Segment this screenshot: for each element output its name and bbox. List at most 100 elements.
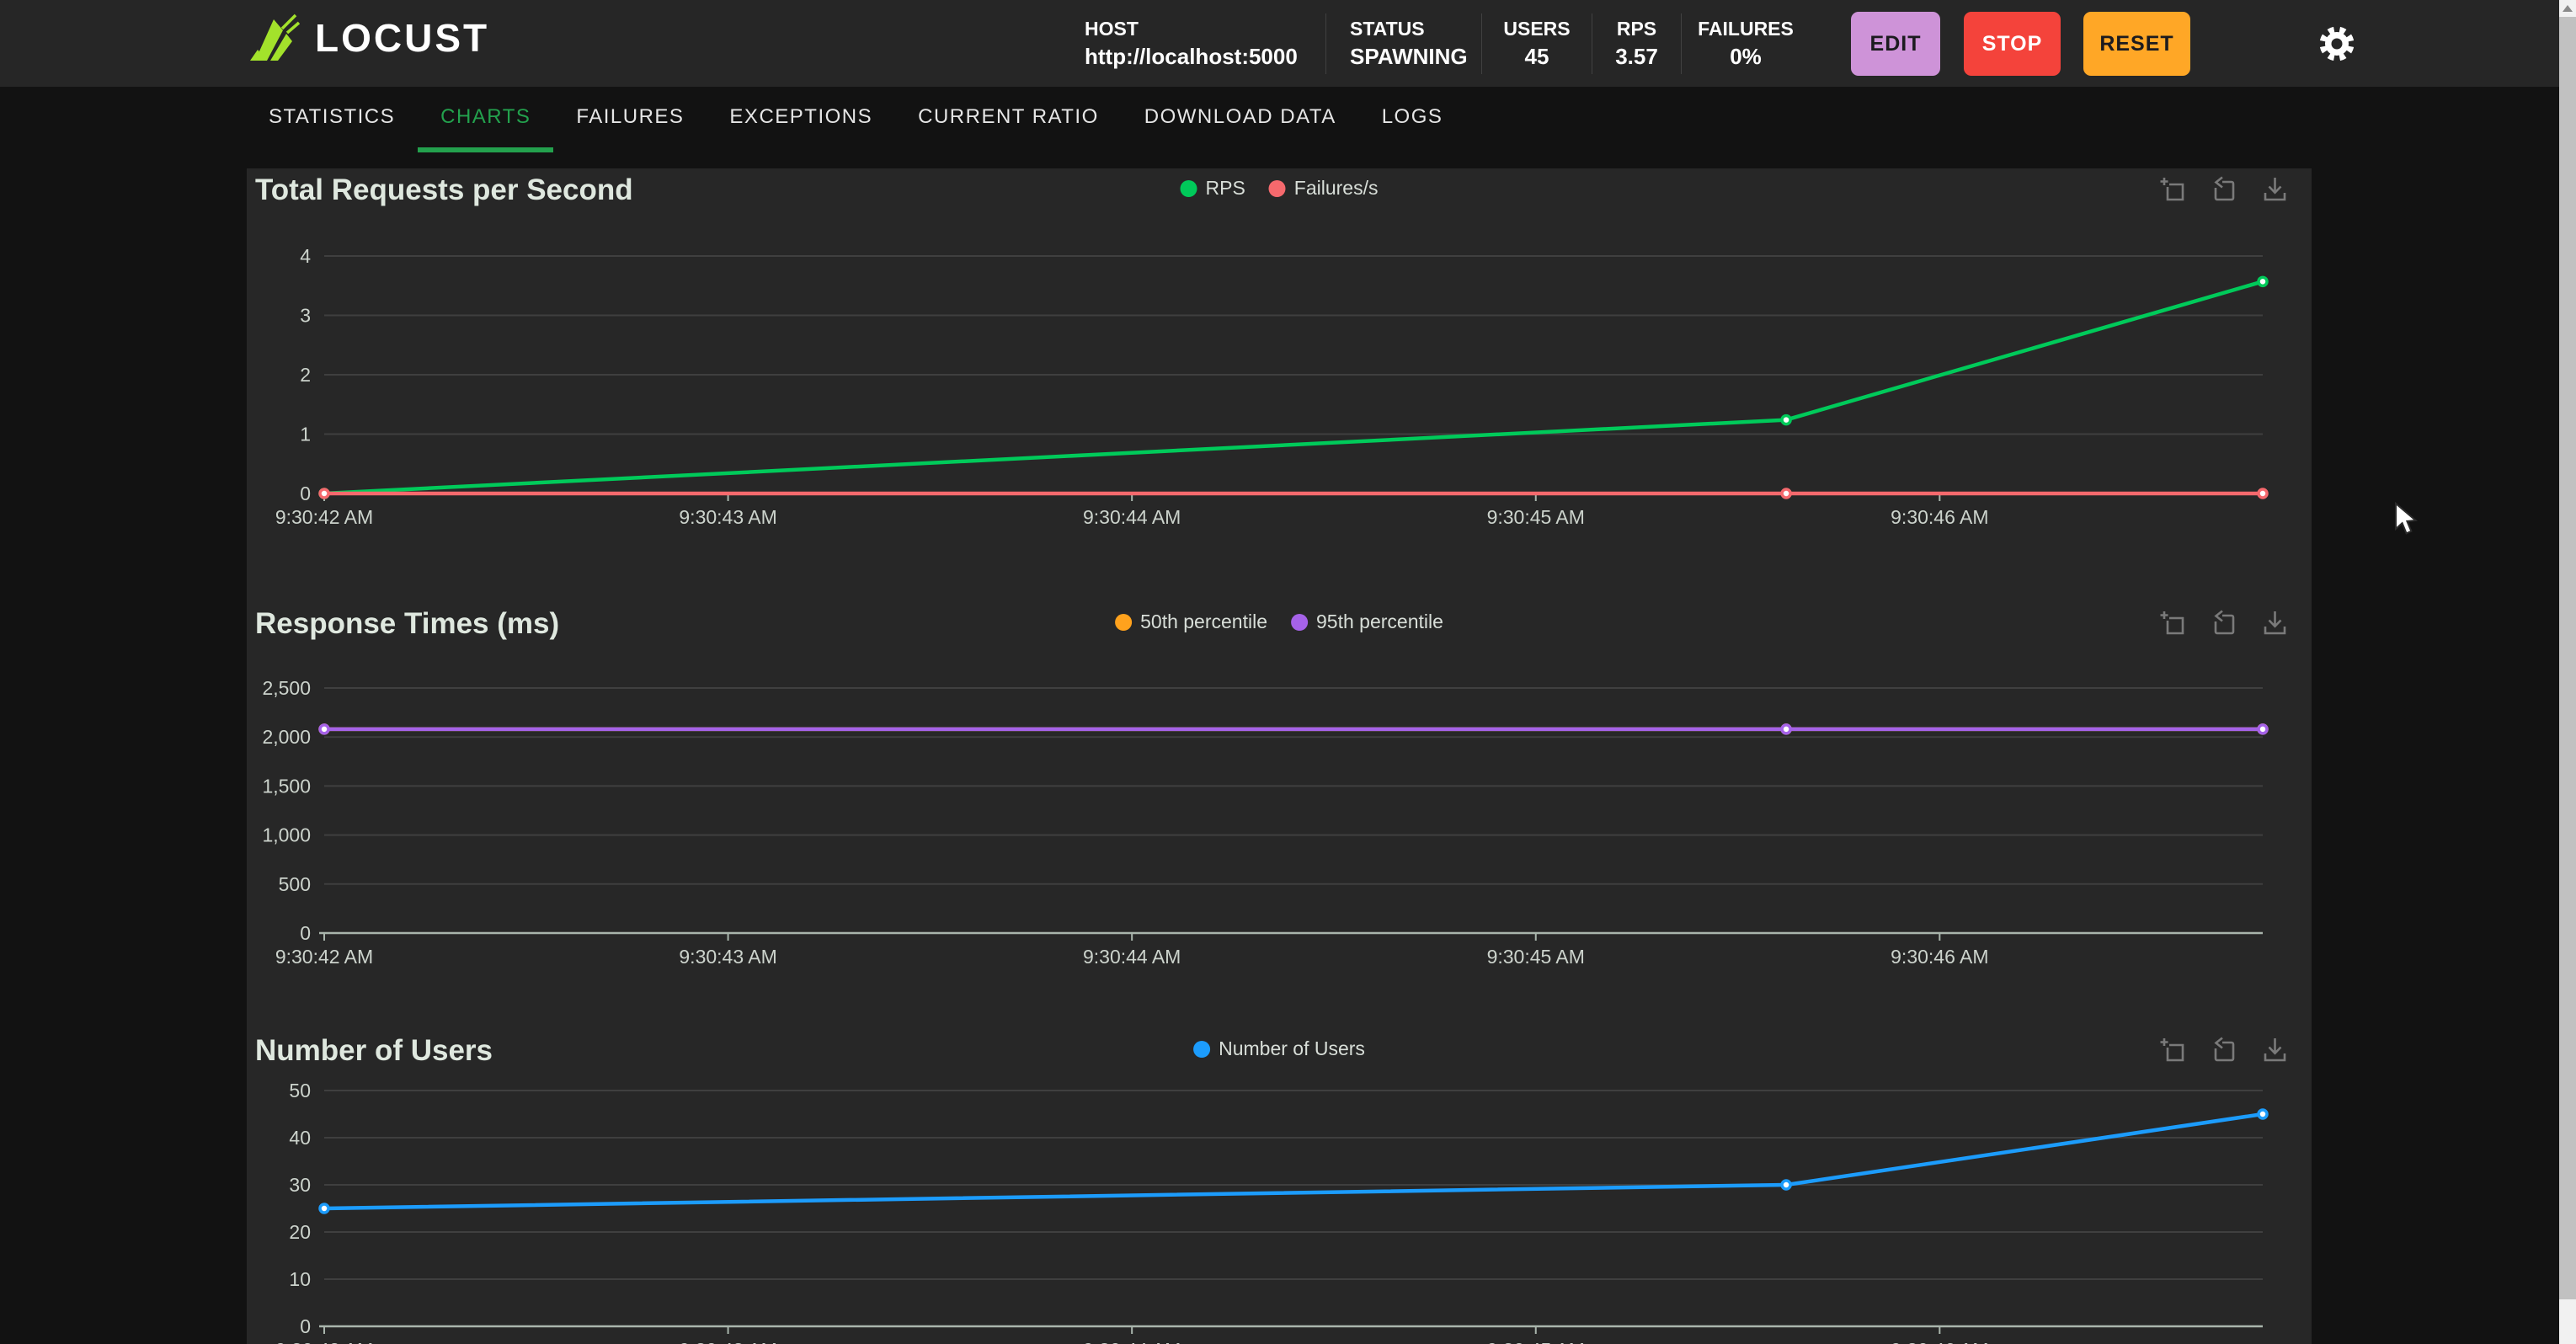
stat-failures: FAILURES 0% xyxy=(1682,13,1810,74)
restore-icon[interactable] xyxy=(2209,1036,2239,1066)
grasshopper-icon xyxy=(249,12,301,64)
main-tabs: STATISTICS CHARTS FAILURES EXCEPTIONS CU… xyxy=(0,87,2576,168)
stat-status-label: STATUS xyxy=(1350,16,1425,41)
stat-rps-label: RPS xyxy=(1617,16,1656,41)
svg-text:1,500: 1,500 xyxy=(262,775,311,797)
reset-button[interactable]: RESET xyxy=(2083,12,2190,76)
legend-item-95th[interactable]: 95th percentile xyxy=(1291,611,1443,633)
tab-exceptions[interactable]: EXCEPTIONS xyxy=(707,87,895,152)
brand-name: LOCUST xyxy=(315,15,489,61)
legend-dot-failures xyxy=(1269,180,1286,197)
toolbox-total-rps xyxy=(2158,175,2290,205)
legend-label-rps: RPS xyxy=(1206,177,1245,200)
stat-rps: RPS 3.57 xyxy=(1592,13,1682,74)
svg-text:9:30:43 AM: 9:30:43 AM xyxy=(679,946,776,968)
toolbox-users xyxy=(2158,1036,2290,1066)
download-chart-icon[interactable] xyxy=(2259,1036,2290,1066)
toolbox-response-times xyxy=(2158,609,2290,639)
chart-title-response-times: Response Times (ms) xyxy=(255,607,559,641)
chart-header-users: Number of Users Number of Users xyxy=(247,1034,2312,1068)
edit-button[interactable]: EDIT xyxy=(1851,12,1940,76)
svg-text:50: 50 xyxy=(289,1080,311,1101)
chart-canvas-response-times[interactable]: 05001,0001,5002,0002,5009:30:42 AM9:30:4… xyxy=(247,655,2312,975)
stat-host-value: http://localhost:5000 xyxy=(1085,41,1298,72)
legend-dot-rps xyxy=(1181,180,1197,197)
stat-users: USERS 45 xyxy=(1482,13,1592,74)
legend-item-rps[interactable]: RPS xyxy=(1181,177,1245,200)
tab-statistics[interactable]: STATISTICS xyxy=(246,87,418,152)
legend-label-failures: Failures/s xyxy=(1294,177,1379,200)
svg-text:1: 1 xyxy=(300,424,311,445)
svg-text:2,500: 2,500 xyxy=(262,677,311,699)
stat-rps-value: 3.57 xyxy=(1615,41,1658,72)
chart-header-total-rps: Total Requests per Second RPS Failures/s xyxy=(247,173,2312,207)
svg-text:0: 0 xyxy=(300,483,311,504)
restore-icon[interactable] xyxy=(2209,609,2239,639)
tab-logs[interactable]: LOGS xyxy=(1359,87,1466,152)
svg-text:9:30:43 AM: 9:30:43 AM xyxy=(679,1339,776,1344)
svg-text:1,000: 1,000 xyxy=(262,824,311,846)
zoom-select-icon[interactable] xyxy=(2158,609,2189,639)
svg-text:9:30:45 AM: 9:30:45 AM xyxy=(1487,1339,1585,1344)
legend-label-50th: 50th percentile xyxy=(1140,611,1267,633)
zoom-select-icon[interactable] xyxy=(2158,1036,2189,1066)
legend-item-50th[interactable]: 50th percentile xyxy=(1115,611,1267,633)
svg-text:40: 40 xyxy=(289,1127,311,1149)
legend-users: Number of Users xyxy=(1193,1037,1365,1060)
legend-dot-50th xyxy=(1115,614,1132,631)
scrollbar-thumb[interactable] xyxy=(2559,17,2576,1299)
scrollbar-up-button[interactable] xyxy=(2559,0,2576,17)
svg-text:30: 30 xyxy=(289,1174,311,1196)
svg-text:4: 4 xyxy=(300,245,311,267)
stat-status: STATUS SPAWNING xyxy=(1326,13,1482,74)
settings-button[interactable] xyxy=(2314,21,2360,67)
svg-text:3: 3 xyxy=(300,305,311,327)
chart-header-response-times: Response Times (ms) 50th percentile 95th… xyxy=(247,607,2312,641)
charts-panel: Total Requests per Second RPS Failures/s xyxy=(247,168,2312,1344)
chart-canvas-total-rps[interactable]: 012349:30:42 AM9:30:43 AM9:30:44 AM9:30:… xyxy=(247,213,2312,533)
chart-canvas-users[interactable]: 0 10 20 30 40 50 9:30:42 AM 9:30:43 AM 9:30:44 A… xyxy=(247,1066,2312,1344)
svg-text:9:30:42 AM: 9:30:42 AM xyxy=(275,1339,373,1344)
gear-icon xyxy=(2316,23,2358,65)
legend-total-rps: RPS Failures/s xyxy=(1181,177,1379,200)
mouse-cursor-icon xyxy=(2394,502,2423,536)
legend-item-failures[interactable]: Failures/s xyxy=(1269,177,1379,200)
legend-dot-users xyxy=(1193,1041,1210,1058)
legend-dot-95th xyxy=(1291,614,1308,631)
tab-download-data[interactable]: DOWNLOAD DATA xyxy=(1122,87,1359,152)
stat-status-value: SPAWNING xyxy=(1350,41,1468,72)
svg-text:9:30:46 AM: 9:30:46 AM xyxy=(1891,946,1988,968)
legend-item-users[interactable]: Number of Users xyxy=(1193,1037,1365,1060)
restore-icon[interactable] xyxy=(2209,175,2239,205)
svg-text:9:30:42 AM: 9:30:42 AM xyxy=(275,946,373,968)
tab-current-ratio[interactable]: CURRENT RATIO xyxy=(895,87,1122,152)
stop-button[interactable]: STOP xyxy=(1964,12,2061,76)
download-chart-icon[interactable] xyxy=(2259,175,2290,205)
legend-label-users: Number of Users xyxy=(1219,1037,1365,1060)
svg-text:0: 0 xyxy=(300,1315,311,1337)
download-chart-icon[interactable] xyxy=(2259,609,2290,639)
locust-logo[interactable]: LOCUST xyxy=(249,12,489,64)
tab-charts[interactable]: CHARTS xyxy=(418,87,553,152)
locust-app: LOCUST HOST http://localhost:5000 STATUS… xyxy=(0,0,2576,1344)
legend-response-times: 50th percentile 95th percentile xyxy=(1115,611,1443,633)
svg-text:9:30:43 AM: 9:30:43 AM xyxy=(679,506,776,528)
chart-title-total-rps: Total Requests per Second xyxy=(255,173,633,207)
stat-users-label: USERS xyxy=(1503,16,1570,41)
stat-users-value: 45 xyxy=(1525,41,1549,72)
stat-host: HOST http://localhost:5000 xyxy=(1085,13,1326,74)
chart-title-users: Number of Users xyxy=(255,1034,493,1068)
svg-text:9:30:44 AM: 9:30:44 AM xyxy=(1083,506,1181,528)
svg-text:9:30:45 AM: 9:30:45 AM xyxy=(1487,946,1585,968)
legend-label-95th: 95th percentile xyxy=(1316,611,1443,633)
svg-text:9:30:45 AM: 9:30:45 AM xyxy=(1487,506,1585,528)
svg-text:9:30:44 AM: 9:30:44 AM xyxy=(1083,1339,1181,1344)
scroll-up-arrow-icon xyxy=(2563,5,2573,12)
svg-text:20: 20 xyxy=(289,1221,311,1243)
svg-text:9:30:46 AM: 9:30:46 AM xyxy=(1891,1339,1988,1344)
svg-text:9:30:46 AM: 9:30:46 AM xyxy=(1891,506,1988,528)
svg-text:10: 10 xyxy=(289,1268,311,1290)
tab-failures[interactable]: FAILURES xyxy=(553,87,707,152)
zoom-select-icon[interactable] xyxy=(2158,175,2189,205)
stat-host-label: HOST xyxy=(1085,16,1139,41)
